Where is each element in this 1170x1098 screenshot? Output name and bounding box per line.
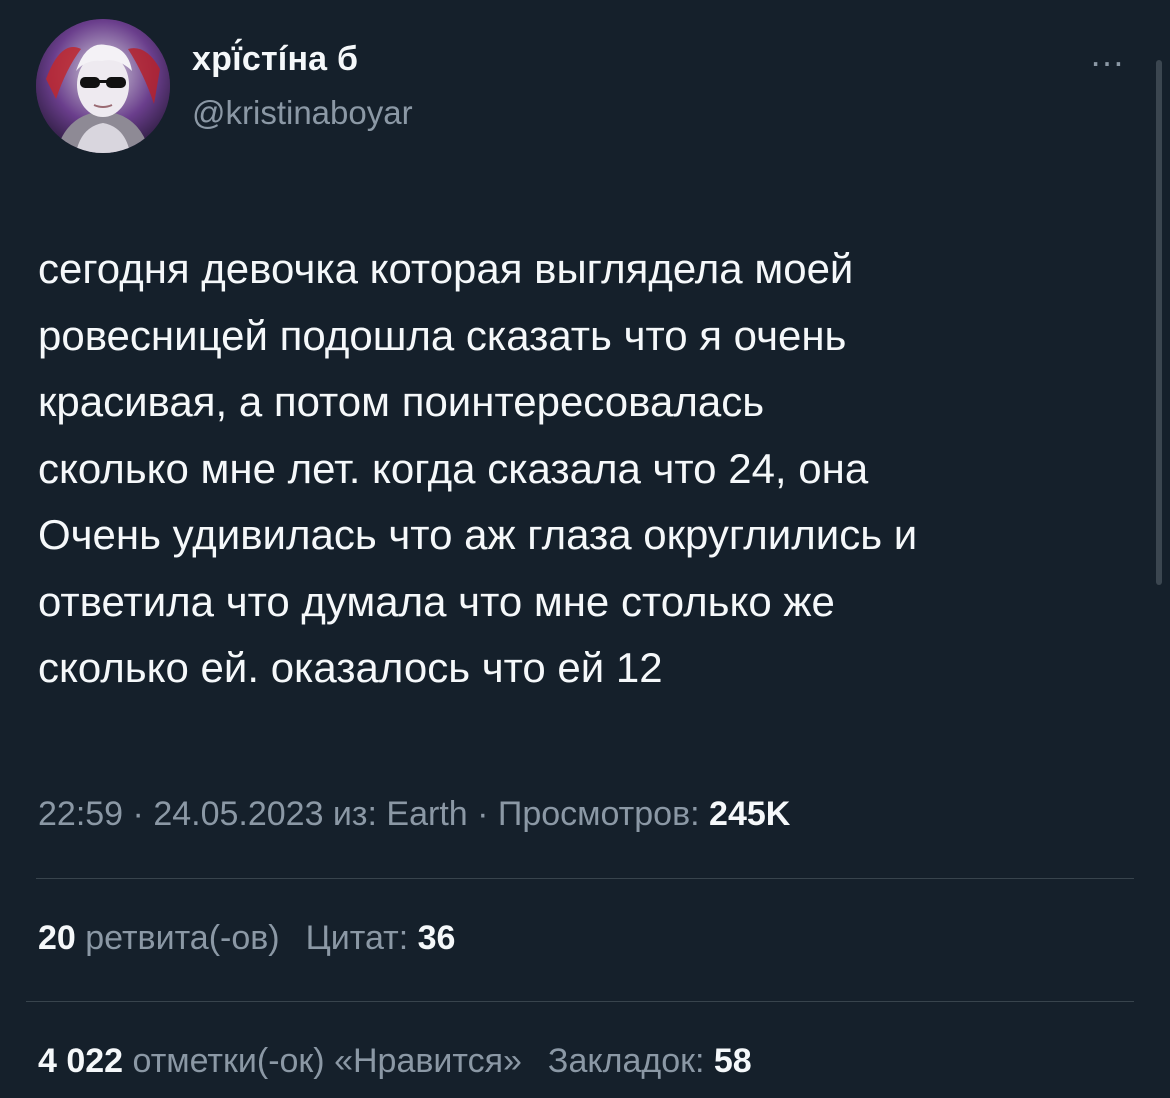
tweet-time[interactable]: 22:59	[38, 795, 123, 833]
avatar-image	[36, 19, 170, 153]
tweet-detail: хрї́стíна б @kristinaboyar … сегодня де…	[0, 0, 1170, 1098]
tweet-text-line: ответила что думала что мне столько же	[38, 577, 835, 625]
likes-label: отметки(-ок) «Нравится»	[123, 1042, 522, 1080]
meta-separator: ·	[123, 795, 154, 833]
views-count: 245K	[709, 795, 791, 833]
more-options-button[interactable]: …	[1084, 33, 1132, 74]
tweet-text-line: сколько мне лет. когда сказала что 24, о…	[38, 444, 869, 492]
retweets-label: ретвита(-ов)	[75, 919, 280, 957]
bookmarks-count: 58	[713, 1042, 752, 1080]
tweet-text-line: красивая, а потом поинтересовалась	[38, 378, 765, 425]
tweet-text-line: ровесницей подошла сказать что я очень	[38, 311, 847, 359]
tweet-text-line: сколько ей. оказалось что ей 12	[38, 644, 663, 691]
bookmarks-label: Закладок:	[547, 1042, 714, 1080]
quotes-label: Цитат:	[305, 919, 418, 957]
tweet-meta: 22:59 · 24.05.2023 из: Earth · Просмотро…	[38, 795, 790, 834]
retweets-link[interactable]: 20 ретвита(-ов)	[38, 919, 280, 957]
scrollbar[interactable]	[1156, 60, 1162, 585]
tweet-text-line: сегодня девочка которая выглядела моей	[38, 245, 854, 292]
divider	[36, 878, 1134, 879]
views-label: Просмотров:	[497, 795, 710, 833]
likes-link[interactable]: 4 022 отметки(-ок) «Нравится»	[38, 1042, 522, 1080]
quotes-link[interactable]: Цитат: 36	[306, 919, 456, 957]
tweet-text-line: Очень удивилась что аж глаза округлились…	[38, 511, 918, 558]
ellipsis-icon: …	[1089, 33, 1127, 74]
divider	[26, 1001, 1134, 1002]
stats-row-likes: 4 022 отметки(-ок) «Нравится» Закладок: 5…	[38, 1042, 752, 1081]
bookmarks-link[interactable]: Закладок: 58	[548, 1042, 752, 1080]
tweet-date[interactable]: 24.05.2023	[153, 795, 323, 833]
author-display-name[interactable]: хрї́стíна б	[192, 40, 358, 79]
tweet-text: сегодня девочка которая выглядела моей р…	[38, 236, 1133, 702]
quotes-count: 36	[417, 919, 456, 957]
likes-count: 4 022	[38, 1042, 124, 1080]
avatar[interactable]	[36, 19, 170, 153]
retweets-count: 20	[38, 919, 76, 957]
author-handle[interactable]: @kristinaboyar	[192, 94, 413, 132]
tweet-source: из: Earth	[323, 795, 468, 833]
meta-separator: ·	[467, 795, 498, 833]
stats-row-retweets: 20 ретвита(-ов) Цитат: 36	[38, 919, 455, 958]
